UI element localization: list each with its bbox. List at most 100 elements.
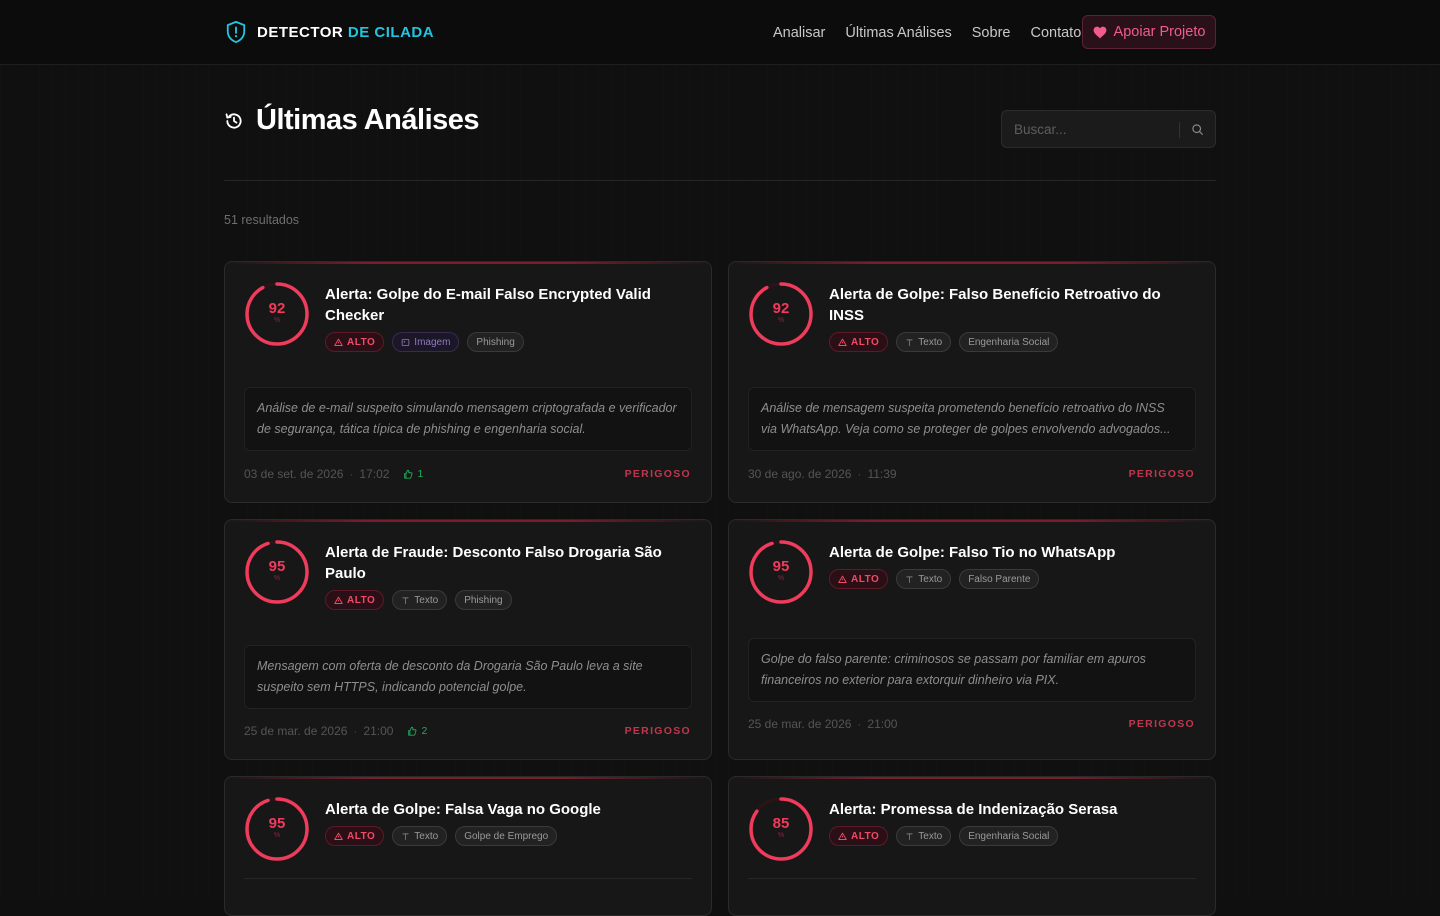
meta-separator: · [857, 717, 862, 731]
card-tags: ALTO Texto Phishing [325, 590, 512, 610]
meta-separator: · [353, 724, 358, 738]
risk-score-gauge: 92 % [748, 281, 814, 347]
support-button-label: Apoiar Projeto [1113, 24, 1206, 40]
card-divider [244, 878, 692, 879]
warning-triangle-icon [838, 575, 847, 583]
content-type-badge: Texto [392, 590, 448, 610]
card-tags: ALTO Texto Falso Parente [829, 569, 1040, 589]
shield-alert-icon [226, 21, 246, 43]
card-description: Golpe do falso parente: criminosos se pa… [748, 638, 1196, 702]
likes-counter: 1 [403, 468, 423, 480]
content-type-label: Texto [918, 830, 943, 842]
card-tags: ALTO Texto Engenharia Social [829, 826, 1059, 846]
nav-link-contato[interactable]: Contato [1030, 25, 1081, 41]
nav-link-ultimas-analises[interactable]: Últimas Análises [845, 25, 951, 41]
card-title[interactable]: Alerta: Golpe do E-mail Falso Encrypted … [325, 284, 685, 326]
history-icon [225, 112, 242, 129]
text-icon [402, 832, 409, 840]
risk-level-label: ALTO [851, 830, 880, 842]
risk-level-badge: ALTO [829, 569, 889, 589]
risk-score-unit: % [777, 575, 785, 582]
search-icon[interactable] [1191, 123, 1204, 136]
content-type-badge: Texto [392, 826, 448, 846]
risk-score-gauge: 92 % [244, 281, 310, 347]
meta-separator: · [349, 467, 354, 481]
danger-status: PERIGOSO [624, 468, 691, 480]
risk-level-badge: ALTO [325, 332, 385, 352]
category-badge: Falso Parente [959, 569, 1040, 589]
category-badge: Phishing [455, 590, 512, 610]
search-separator [1179, 122, 1180, 138]
nav-link-analisar[interactable]: Analisar [773, 25, 825, 41]
analysis-card[interactable]: 95 % Alerta de Fraude: Desconto Falso Dr… [224, 519, 712, 760]
content-type-badge: Imagem [392, 332, 460, 352]
card-time: 11:39 [867, 467, 897, 481]
content-type-label: Texto [918, 336, 943, 348]
content-type-badge: Texto [896, 826, 952, 846]
card-date: 25 de mar. de 2026 [244, 724, 348, 738]
thumbs-up-icon [408, 726, 417, 736]
likes-count: 1 [417, 468, 424, 480]
text-icon [906, 832, 913, 840]
image-icon [402, 338, 410, 346]
category-badge: Golpe de Emprego [455, 826, 558, 846]
warning-triangle-icon [334, 338, 343, 346]
brand-logo[interactable]: DETECTOR DE CILADA [225, 20, 434, 44]
warning-triangle-icon [838, 832, 847, 840]
warning-triangle-icon [334, 596, 343, 604]
danger-status: PERIGOSO [1128, 718, 1195, 730]
content-type-label: Texto [414, 830, 439, 842]
text-icon [402, 596, 409, 604]
card-tags: ALTO Texto Engenharia Social [829, 332, 1059, 352]
card-title[interactable]: Alerta de Golpe: Falso Benefício Retroat… [829, 284, 1189, 326]
content-type-badge: Texto [896, 332, 952, 352]
card-meta: 03 de set. de 2026 · 17:02 1 [244, 467, 423, 481]
risk-level-label: ALTO [851, 336, 880, 348]
heart-icon [1093, 26, 1106, 38]
risk-level-badge: ALTO [325, 590, 385, 610]
card-tags: ALTO Imagem Phishing [325, 332, 524, 352]
thumbs-up-icon [404, 469, 413, 479]
analysis-card[interactable]: 95 % Alerta de Golpe: Falso Tio no Whats… [728, 519, 1216, 760]
risk-score-unit: % [777, 317, 785, 324]
card-time: 21:00 [363, 724, 394, 738]
risk-level-badge: ALTO [829, 826, 889, 846]
risk-score-value: 92 [268, 300, 286, 317]
card-title[interactable]: Alerta de Golpe: Falso Tio no WhatsApp [829, 542, 1189, 563]
likes-counter: 2 [407, 725, 427, 737]
risk-score-value: 95 [268, 815, 286, 832]
risk-score-value: 92 [772, 300, 790, 317]
likes-count: 2 [421, 725, 428, 737]
analysis-card[interactable]: 85 % Alerta: Promessa de Indenização Ser… [728, 776, 1216, 916]
risk-level-label: ALTO [347, 830, 376, 842]
text-icon [906, 575, 913, 583]
card-time: 21:00 [867, 717, 898, 731]
content-type-badge: Texto [896, 569, 952, 589]
page-title: Últimas Análises [256, 104, 480, 136]
nav-link-sobre[interactable]: Sobre [972, 25, 1011, 41]
warning-triangle-icon [838, 338, 847, 346]
search-input[interactable] [1014, 111, 1174, 147]
card-meta: 25 de mar. de 2026 · 21:00 2 [244, 724, 427, 738]
card-title[interactable]: Alerta: Promessa de Indenização Serasa [829, 799, 1189, 820]
risk-score-gauge: 95 % [244, 796, 310, 862]
results-count: 51 resultados [224, 213, 300, 227]
risk-score-gauge: 85 % [748, 796, 814, 862]
risk-score-value: 85 [772, 815, 790, 832]
card-title[interactable]: Alerta de Golpe: Falsa Vaga no Google [325, 799, 685, 820]
analysis-card[interactable]: 95 % Alerta de Golpe: Falsa Vaga no Goog… [224, 776, 712, 916]
card-title[interactable]: Alerta de Fraude: Desconto Falso Drogari… [325, 542, 685, 584]
risk-score-unit: % [777, 832, 785, 839]
risk-score-unit: % [273, 317, 281, 324]
card-divider [748, 878, 1196, 879]
card-description: Mensagem com oferta de desconto da Droga… [244, 645, 692, 709]
analysis-card[interactable]: 92 % Alerta: Golpe do E-mail Falso Encry… [224, 261, 712, 503]
support-project-button[interactable]: Apoiar Projeto [1082, 15, 1216, 49]
card-time: 17:02 [359, 467, 390, 481]
search-box [1001, 110, 1216, 148]
analysis-card[interactable]: 92 % Alerta de Golpe: Falso Benefício Re… [728, 261, 1216, 503]
brand-name: DETECTOR DE CILADA [257, 24, 434, 41]
danger-status: PERIGOSO [1128, 468, 1195, 480]
category-badge: Engenharia Social [959, 332, 1059, 352]
brand-name-part2: DE CILADA [347, 23, 435, 41]
